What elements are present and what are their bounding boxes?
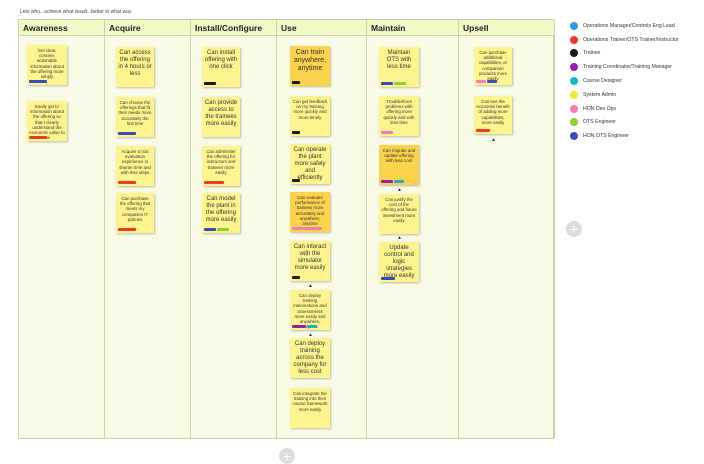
legend-item: OTS Engineer <box>570 116 679 130</box>
legend-item: HON Dev Ops <box>570 102 679 116</box>
legend-dot <box>570 35 578 44</box>
legend-dot <box>570 90 578 99</box>
sticky-note[interactable]: Can deploy training across the company f… <box>290 338 330 378</box>
add-column-button[interactable]: + <box>566 221 582 237</box>
sticky-note[interactable]: Can administer the offering for instruct… <box>202 146 240 186</box>
column-title: Awareness <box>19 20 104 36</box>
arrow-up-icon: ▲ <box>491 137 496 143</box>
sticky-note[interactable]: Update control and logic strategies more… <box>379 242 419 282</box>
plus-icon: + <box>282 448 292 464</box>
sticky-note[interactable]: Can purchase additional capabilities, or… <box>474 47 512 85</box>
sticky-note[interactable]: Troubleshoot problems with offering more… <box>379 96 419 136</box>
value-board: Awareness Acquire Install/Configure Use … <box>18 19 555 439</box>
column-title: Acquire <box>105 20 190 36</box>
column-title: Use <box>277 20 366 36</box>
arrow-up-icon: ▲ <box>308 283 313 289</box>
sticky-note[interactable]: Maintain OTS with less time <box>379 47 419 87</box>
legend-dot <box>570 77 578 86</box>
arrow-up-icon: ▲ <box>397 187 402 193</box>
sticky-note[interactable]: Can evaluate performance of trainees mor… <box>290 192 330 232</box>
sticky-note[interactable]: Can integrate the training into their co… <box>290 388 330 428</box>
board-subtitle: Lets who...achieve what result...better … <box>20 9 132 15</box>
sticky-note[interactable]: Acquire a trial evaluation experience in… <box>116 146 154 186</box>
legend-item: Operations Trainer/OTS Trainer/Instructo… <box>570 33 679 47</box>
arrow-up-icon: ▲ <box>397 235 402 241</box>
sticky-note[interactable]: Can access the offering in 4 hours or le… <box>116 47 154 87</box>
sticky-note[interactable]: Can operate the plant more safely and ef… <box>290 144 330 184</box>
sticky-note[interactable]: Can choose the offerings that fit their … <box>116 97 154 137</box>
column-title: Maintain <box>367 20 458 36</box>
sticky-note[interactable]: Can purchase additional capabilities, or… <box>474 96 512 134</box>
legend-item: HON OTS Engineer <box>570 129 679 143</box>
legend-dot <box>570 132 578 141</box>
legend-dot <box>570 63 578 72</box>
persona-legend: Operations Manager/Controls Eng Lead Ope… <box>570 19 679 143</box>
sticky-note[interactable]: Can train anywhere, anytime <box>290 46 330 86</box>
column-title: Upsell <box>459 20 554 36</box>
sticky-note[interactable]: Can purchase the offering that meets my … <box>116 193 154 233</box>
sticky-note[interactable]: Can get feedback on my training more qui… <box>290 96 330 136</box>
sticky-note[interactable]: Can model the plant in the offering more… <box>202 193 240 233</box>
legend-item: Course Designer <box>570 74 679 88</box>
sticky-note[interactable]: Can justify the cost of the offering and… <box>379 194 419 234</box>
legend-dot <box>570 49 578 58</box>
legend-dot <box>570 21 578 30</box>
legend-item: Training Coordinator/Training Manager <box>570 60 679 74</box>
legend-item: System Admin <box>570 88 679 102</box>
sticky-note[interactable]: Easily get to information about the offe… <box>27 101 67 141</box>
sticky-note[interactable]: Can migrate and update offering with les… <box>379 145 419 185</box>
legend-item: Trainee <box>570 47 679 61</box>
legend-dot <box>570 104 578 113</box>
sticky-note[interactable]: Can interact with the simulator more eas… <box>290 241 330 281</box>
add-row-button[interactable]: + <box>279 448 295 464</box>
column-title: Install/Configure <box>191 20 276 36</box>
legend-item: Operations Manager/Controls Eng Lead <box>570 19 679 33</box>
legend-dot <box>570 118 578 127</box>
sticky-note[interactable]: Can install offering with one click <box>202 47 240 87</box>
plus-icon: + <box>569 221 579 237</box>
sticky-note[interactable]: Get clear, concise, actionable informati… <box>27 45 67 85</box>
sticky-note[interactable]: Can deploy training interventions and as… <box>290 290 330 330</box>
sticky-note[interactable]: Can provide access to the trainees more … <box>202 97 240 137</box>
